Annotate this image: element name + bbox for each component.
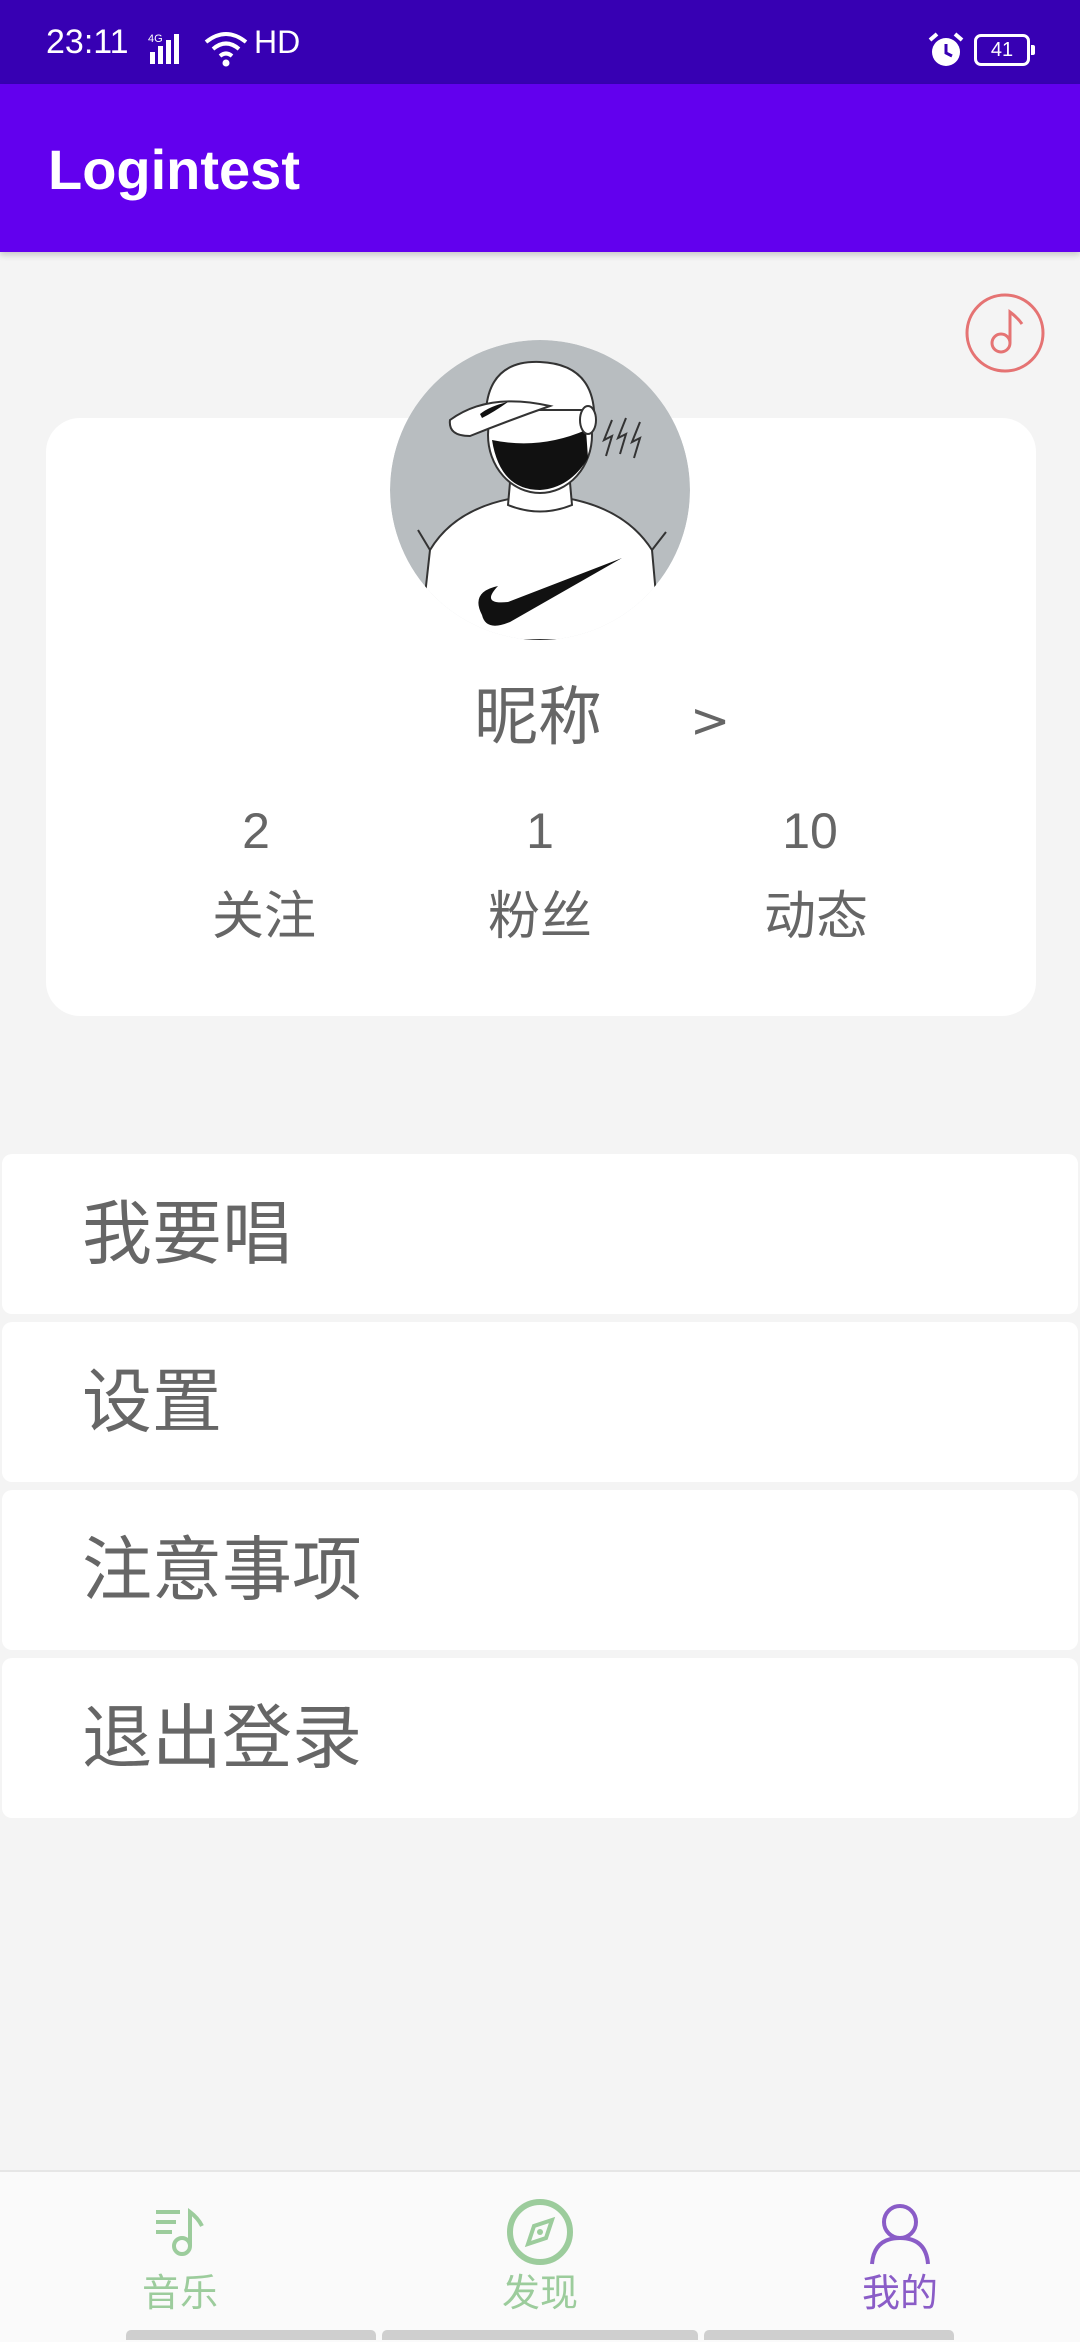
- menu-item-label: 注意事项: [82, 1529, 362, 1611]
- gesture-bar: [126, 2330, 376, 2340]
- posts-count[interactable]: 10: [710, 796, 910, 866]
- nav-label-me: 我的: [861, 2271, 938, 2315]
- menu-item-logout[interactable]: 退出登录: [2, 1658, 1078, 1818]
- compass-icon: [506, 2198, 574, 2266]
- posts-label[interactable]: 动态: [716, 880, 916, 954]
- cellular-signal-icon: 4G: [148, 30, 190, 70]
- nickname[interactable]: 昵称: [474, 678, 602, 758]
- bottom-navigation: 音乐 发现 我的: [0, 2170, 1080, 2342]
- nav-label-discover: 发现: [501, 2271, 578, 2315]
- following-count[interactable]: 2: [156, 796, 356, 866]
- menu-item-settings[interactable]: 设置: [2, 1322, 1078, 1482]
- app-title: Logintest: [48, 138, 300, 201]
- status-bar: 23:11 4G HD 41: [0, 0, 1080, 84]
- menu-item-sing[interactable]: 我要唱: [2, 1154, 1078, 1314]
- followers-count[interactable]: 1: [440, 796, 640, 866]
- music-note-icon[interactable]: [964, 292, 1046, 374]
- gesture-bar: [382, 2330, 698, 2340]
- menu-item-label: 设置: [82, 1361, 222, 1443]
- gesture-bar: [704, 2330, 954, 2340]
- music-note-icon: [146, 2198, 214, 2266]
- menu-item-label: 我要唱: [82, 1193, 292, 1275]
- status-time: 23:11: [46, 23, 129, 61]
- wifi-icon: [204, 30, 248, 70]
- hd-indicator: HD: [254, 24, 301, 60]
- nickname-arrow[interactable]: >: [690, 686, 730, 756]
- battery-indicator: 41: [974, 34, 1035, 66]
- nav-item-music[interactable]: 音乐: [80, 2188, 280, 2328]
- app-bar: Logintest: [0, 84, 1080, 252]
- following-label[interactable]: 关注: [164, 880, 364, 954]
- network-type: 4G: [148, 33, 163, 45]
- nav-item-me[interactable]: 我的: [800, 2188, 1000, 2328]
- person-icon: [866, 2198, 934, 2266]
- avatar[interactable]: [390, 340, 690, 640]
- nav-label-music: 音乐: [141, 2271, 218, 2315]
- followers-label[interactable]: 粉丝: [440, 880, 640, 954]
- alarm-icon: [926, 30, 966, 70]
- menu-item-notes[interactable]: 注意事项: [2, 1490, 1078, 1650]
- nav-item-discover[interactable]: 发现: [440, 2188, 640, 2328]
- menu-item-label: 退出登录: [82, 1697, 362, 1779]
